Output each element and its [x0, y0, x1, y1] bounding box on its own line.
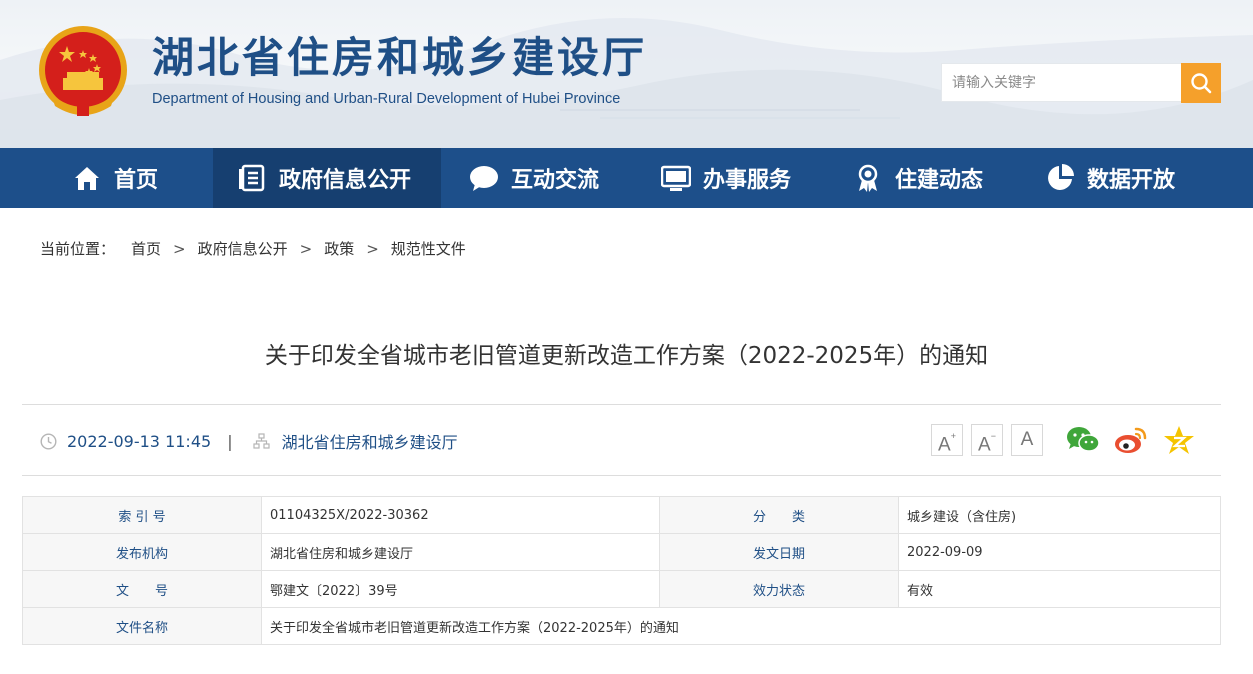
font-reset-button[interactable]: A [1011, 424, 1043, 456]
font-increase-label: A [938, 434, 951, 456]
nav-item-gov-info[interactable]: 政府信息公开 [213, 148, 441, 208]
share-qzone-button[interactable] [1162, 424, 1196, 456]
monitor-icon [661, 163, 691, 193]
index-number-value: 01104325X/2022-30362 [261, 496, 660, 534]
clock-icon [40, 432, 57, 450]
divider [22, 404, 1221, 405]
publish-datetime: 2022-09-13 11:45 [67, 431, 212, 451]
publisher-value: 湖北省住房和城乡建设厅 [261, 533, 660, 571]
search-button[interactable] [1181, 63, 1221, 103]
breadcrumb-label: 当前位置： [40, 240, 116, 258]
home-icon [72, 163, 102, 193]
breadcrumb: 当前位置： 首页 > 政府信息公开 > 政策 > 规范性文件 [40, 238, 466, 259]
breadcrumb-separator: > [366, 239, 379, 258]
main-nav: 首页 政府信息公开 互动交流 办事服务 住建动态 数据开放 [0, 148, 1253, 208]
org-structure-icon [252, 432, 270, 449]
breadcrumb-gov-info[interactable]: 政府信息公开 [198, 238, 288, 259]
search-input[interactable] [941, 63, 1181, 102]
doc-number-value: 鄂建文〔2022〕39号 [261, 570, 660, 608]
breadcrumb-policy[interactable]: 政策 [324, 238, 354, 259]
publisher-label: 发布机构 [22, 533, 262, 571]
article-title: 关于印发全省城市老旧管道更新改造工作方案（2022-2025年）的通知 [264, 343, 989, 369]
document-info-table: 索 引 号 01104325X/2022-30362 分 类 城乡建设（含住房)… [22, 496, 1221, 645]
nav-item-services[interactable]: 办事服务 [633, 148, 825, 208]
plus-icon: + [950, 431, 956, 441]
doc-name-value: 关于印发全省城市老旧管道更新改造工作方案（2022-2025年）的通知 [261, 607, 1221, 645]
site-header: 湖北省住房和城乡建设厅 Department of Housing and Ur… [0, 0, 1253, 148]
table-row: 文件名称 关于印发全省城市老旧管道更新改造工作方案（2022-2025年）的通知 [22, 607, 1221, 645]
weibo-icon [1115, 427, 1147, 453]
nav-item-interaction[interactable]: 互动交流 [441, 148, 633, 208]
qzone-star-icon [1164, 426, 1194, 454]
share-wechat-button[interactable] [1066, 424, 1100, 456]
breadcrumb-separator: > [173, 239, 186, 258]
doc-name-label: 文件名称 [22, 607, 262, 645]
breadcrumb-separator: > [299, 239, 313, 258]
pie-chart-icon [1045, 163, 1075, 193]
nav-item-home[interactable]: 首页 [0, 148, 213, 208]
site-title[interactable]: 湖北省住房和城乡建设厅 [152, 30, 647, 86]
font-decrease-label: A [978, 434, 991, 456]
site-subtitle: Department of Housing and Urban-Rural De… [152, 91, 621, 107]
divider [22, 475, 1221, 476]
minus-icon: − [990, 431, 996, 441]
nav-item-news[interactable]: 住建动态 [825, 148, 1017, 208]
wechat-icon [1067, 427, 1100, 452]
index-number-label: 索 引 号 [22, 496, 262, 534]
article-source: 湖北省住房和城乡建设厅 [281, 433, 458, 452]
doc-number-label: 文 号 [22, 570, 262, 608]
validity-label: 效力状态 [659, 570, 899, 608]
font-reset-label: A [1020, 429, 1034, 450]
issue-date-label: 发文日期 [659, 533, 899, 571]
article-meta: 2022-09-13 11:45 | 湖北省住房和城乡建设厅 [40, 430, 458, 452]
nav-item-label: 政府信息公开 [279, 168, 412, 193]
font-increase-button[interactable]: A+ [931, 424, 963, 456]
national-emblem-icon[interactable] [37, 24, 129, 120]
meta-divider: | [227, 431, 233, 451]
nav-item-label: 数据开放 [1087, 168, 1176, 193]
table-row: 索 引 号 01104325X/2022-30362 分 类 城乡建设（含住房) [22, 496, 1221, 534]
font-decrease-button[interactable]: A− [971, 424, 1003, 456]
document-list-icon [237, 163, 267, 193]
nav-item-label: 办事服务 [703, 168, 792, 193]
issue-date-value: 2022-09-09 [898, 533, 1221, 571]
award-ribbon-icon [853, 163, 883, 193]
chat-bubble-icon [469, 163, 499, 193]
validity-value: 有效 [898, 570, 1221, 608]
table-row: 文 号 鄂建文〔2022〕39号 效力状态 有效 [22, 570, 1221, 608]
breadcrumb-normative-docs[interactable]: 规范性文件 [391, 238, 466, 259]
table-row: 发布机构 湖北省住房和城乡建设厅 发文日期 2022-09-09 [22, 533, 1221, 571]
search-icon [1191, 73, 1212, 94]
share-weibo-button[interactable] [1114, 424, 1148, 456]
nav-item-open-data[interactable]: 数据开放 [1017, 148, 1253, 208]
nav-item-label: 住建动态 [895, 168, 984, 193]
nav-item-label: 互动交流 [511, 168, 600, 193]
category-label: 分 类 [659, 496, 899, 534]
category-value: 城乡建设（含住房) [898, 496, 1221, 534]
nav-item-label: 首页 [114, 168, 159, 193]
breadcrumb-home[interactable]: 首页 [131, 238, 161, 259]
